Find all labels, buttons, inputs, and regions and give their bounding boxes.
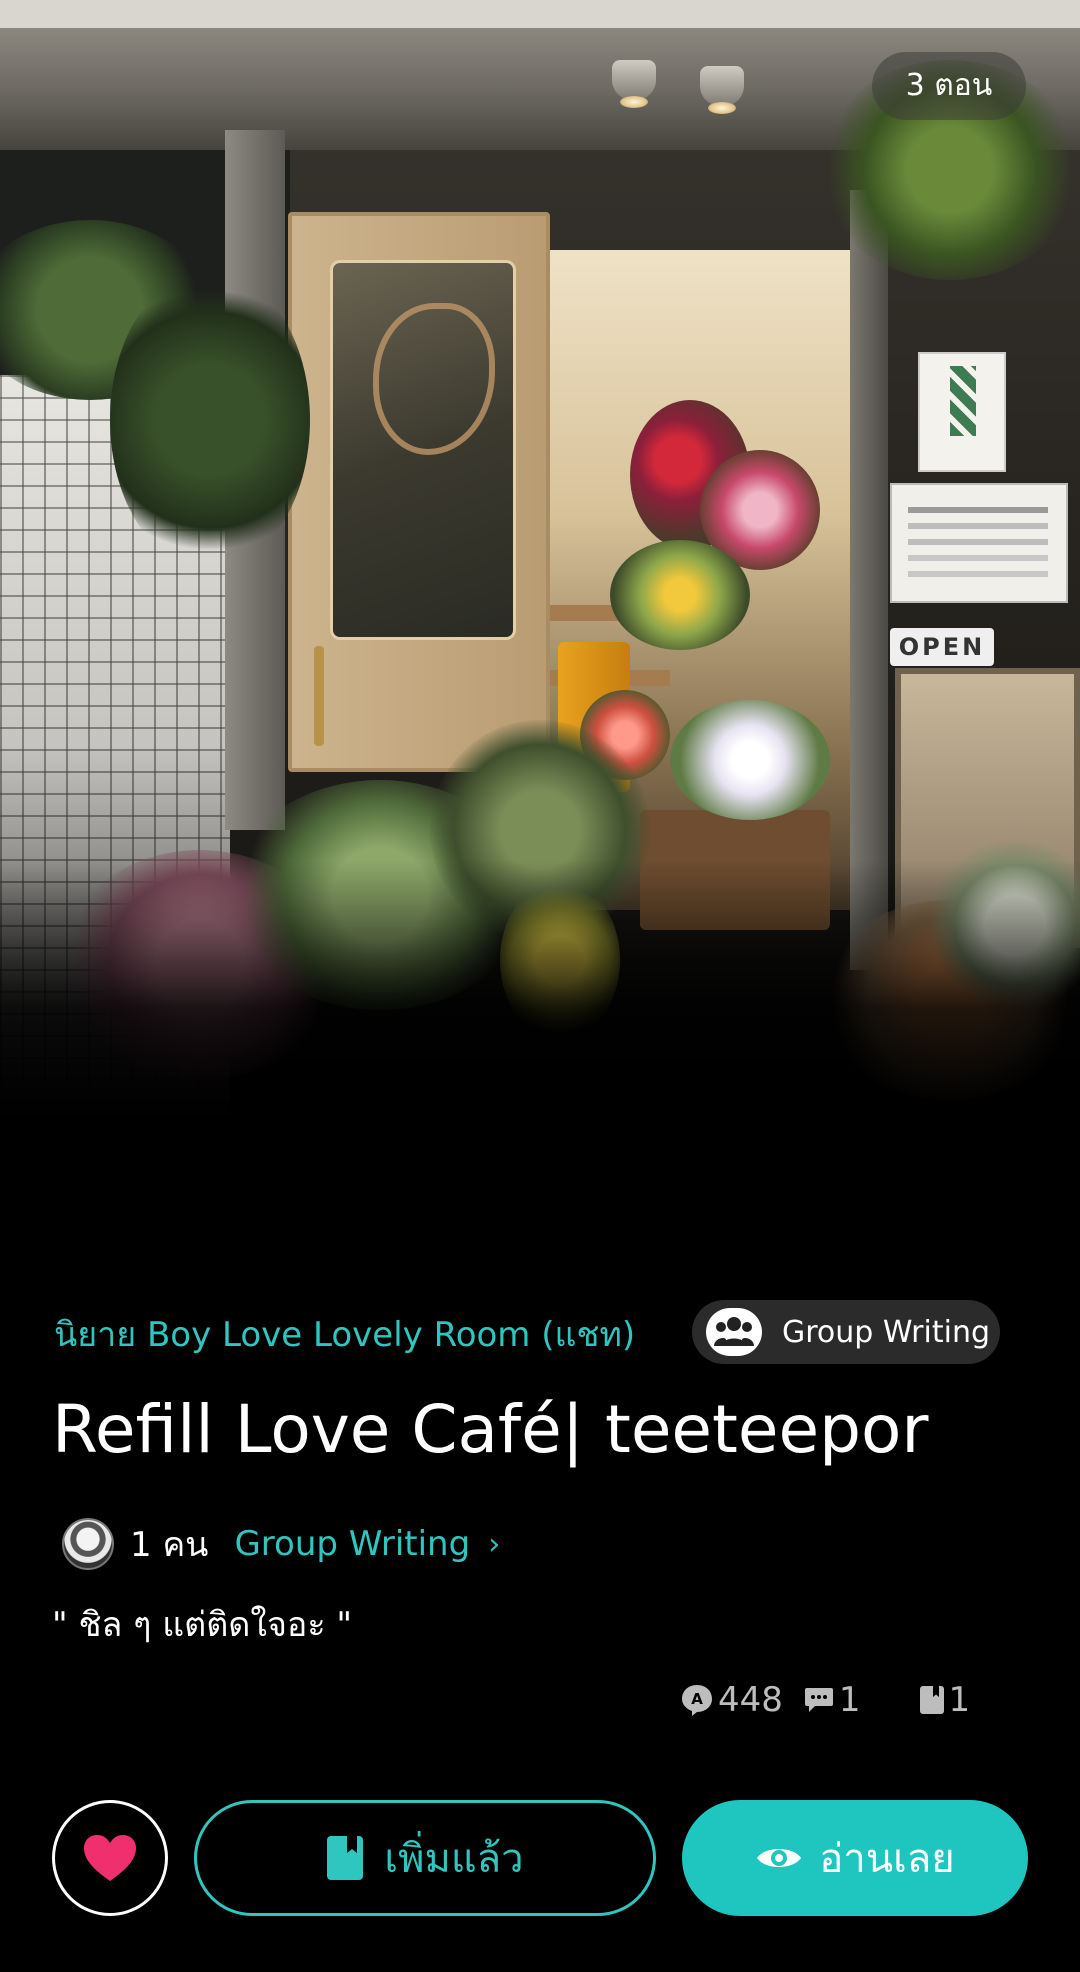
comments-stat: 1 (803, 1680, 861, 1720)
story-stats: A 448 1 1 (680, 1672, 970, 1728)
story-title: Refill Love Café| teeteepor (52, 1391, 929, 1468)
cover-fade (0, 860, 1080, 1130)
favorite-button[interactable] (52, 1800, 168, 1916)
comment-icon (804, 1688, 833, 1712)
views-count: 448 (718, 1680, 783, 1720)
added-to-library-label: เพิ่มแล้ว (384, 1836, 524, 1882)
svg-text:A: A (691, 1690, 703, 1708)
door-handle (314, 646, 324, 746)
group-icon (706, 1308, 762, 1356)
flower-cluster (610, 540, 750, 650)
eye-icon (757, 1849, 802, 1867)
flower-cluster (670, 700, 830, 820)
chevron-right-icon: › (488, 1526, 501, 1562)
views-stat: A 448 (680, 1680, 783, 1720)
read-now-label: อ่านเลย (819, 1836, 955, 1882)
story-category[interactable]: นิยาย Boy Love Lovely Room (แชท) (54, 1312, 635, 1358)
group-writing-badge-label: Group Writing (782, 1314, 991, 1350)
group-writing-badge[interactable]: Group Writing (692, 1300, 1000, 1364)
added-to-library-button[interactable]: เพิ่มแล้ว (194, 1800, 656, 1916)
heart-icon (84, 1835, 136, 1881)
cover-image: OPEN 3 ตอน (0, 0, 1080, 1130)
open-sign: OPEN (890, 628, 994, 666)
author-row[interactable]: 1 คน Group Writing › (62, 1516, 500, 1572)
bookmarks-count: 1 (948, 1680, 971, 1720)
foliage (110, 270, 310, 570)
door-frame-right (850, 190, 888, 970)
story-tagline: " ชิล ๆ แต่ติดใจอะ " (52, 1605, 353, 1645)
spotlight-lamp (700, 66, 744, 114)
shop-door (288, 212, 550, 772)
comments-count: 1 (838, 1680, 861, 1720)
views-icon: A (682, 1685, 712, 1716)
notice-sheet (890, 483, 1068, 603)
wall-poster (918, 352, 1006, 472)
bookmark-icon (327, 1836, 364, 1880)
episode-count-badge: 3 ตอน (872, 52, 1026, 120)
author-avatar (62, 1518, 114, 1570)
read-now-button[interactable]: อ่านเลย (682, 1800, 1028, 1916)
author-count: 1 คน (130, 1525, 209, 1565)
author-name[interactable]: Group Writing (234, 1524, 470, 1564)
spotlight-lamp (612, 60, 656, 108)
bookmarks-stat: 1 (919, 1680, 971, 1720)
story-page: OPEN 3 ตอน นิยาย Boy Love Lovely Room (แ… (0, 0, 1080, 1972)
bookmark-icon (919, 1686, 944, 1714)
door-glass (330, 260, 516, 640)
cover-ceiling-strip (0, 0, 1080, 28)
